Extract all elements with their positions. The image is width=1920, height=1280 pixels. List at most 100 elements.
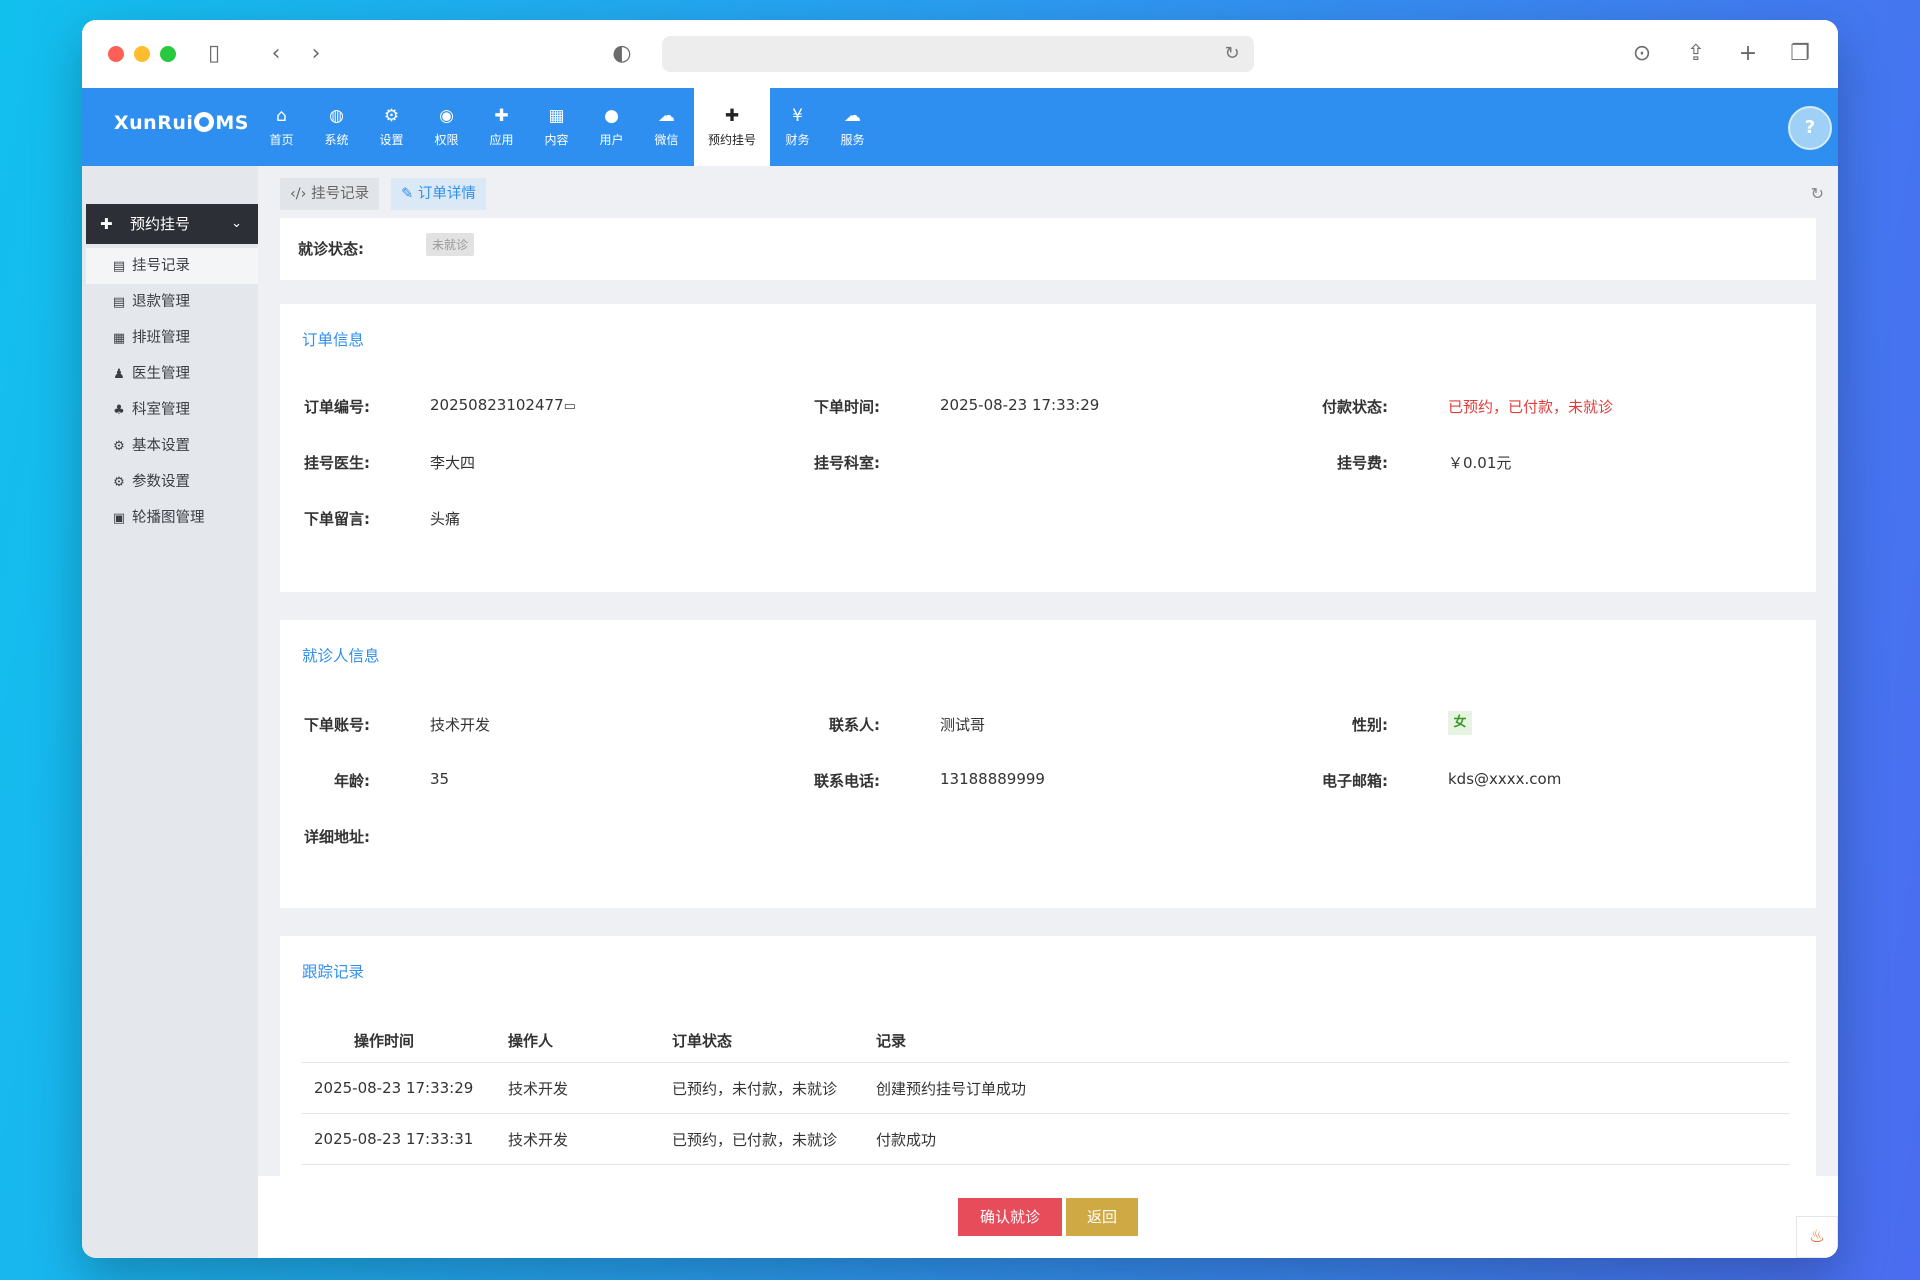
sidebar-header[interactable]: ✚ 预约挂号 ⌄ [86, 204, 266, 244]
nav-item-4[interactable]: ✚ 应用 [474, 88, 529, 166]
order-info-title: 订单信息 [302, 331, 365, 349]
fire-icon[interactable]: ♨ [1796, 1216, 1838, 1258]
tracking-title: 跟踪记录 [302, 963, 365, 981]
sidebar-item-2[interactable]: ▦ 排班管理 [86, 320, 258, 356]
nav-item-8[interactable]: ✚ 预约挂号 [694, 88, 770, 166]
code-icon: ‹/› [290, 186, 307, 202]
nav-item-2[interactable]: ⚙ 设置 [364, 88, 419, 166]
tab-order-details[interactable]: ✎ 订单详情 [391, 178, 486, 210]
sidebar-item-label: 科室管理 [132, 402, 190, 418]
cell-record: 付款成功 [864, 1113, 1790, 1165]
tracking-table: 操作时间 操作人 订单状态 记录 2025-08-23 17:33:29 技术开… [302, 1018, 1790, 1165]
close-window-button[interactable] [108, 46, 124, 62]
account-label: 下单账号: [304, 716, 370, 734]
tab-overview-icon[interactable]: ❐ [1786, 40, 1814, 68]
app-logo[interactable]: XunRui MS [114, 112, 249, 134]
col-operation-time: 操作时间 [302, 1018, 496, 1063]
download-icon[interactable]: ⊙ [1628, 40, 1656, 68]
sex-label: 性别: [1352, 716, 1388, 734]
home-icon: ⌂ [276, 106, 287, 126]
address-label: 详细地址: [304, 828, 370, 846]
image-icon: ▣ [112, 511, 126, 526]
nav-item-label: 首页 [269, 133, 294, 147]
cell-time: 2025-08-23 17:33:29 [302, 1062, 496, 1114]
help-avatar-icon[interactable]: ? [1788, 106, 1832, 150]
browser-window: ▯ ‹ › ◐ ↻ ⊙ ⇪ + ❐ XunRui MS ⌂ 首页 ◍ 系统 ⚙ 设置 ◉ 权限 ✚… [82, 20, 1838, 1258]
nav-item-6[interactable]: ● 用户 [584, 88, 639, 166]
sidebar-toggle-icon[interactable]: ▯ [200, 40, 228, 68]
nav-item-5[interactable]: ▦ 内容 [529, 88, 584, 166]
top-nav: ⌂ 首页 ◍ 系统 ⚙ 设置 ◉ 权限 ✚ 应用 ▦ 内容 ● 用户 ☁ 微信 ✚ 预约挂号 ¥ 财务 ☁ 服务 [254, 88, 880, 166]
tracking-card: 跟踪记录 操作时间 操作人 订单状态 记录 2025-08-23 17:33:2… [280, 936, 1816, 1176]
nav-item-3[interactable]: ◉ 权限 [419, 88, 474, 166]
cell-status: 已预约，未付款，未就诊 [660, 1062, 864, 1114]
col-order-status: 订单状态 [660, 1018, 864, 1063]
nav-item-label: 服务 [840, 133, 865, 147]
nav-item-1[interactable]: ◍ 系统 [309, 88, 364, 166]
age-value: 35 [430, 770, 450, 788]
address-bar[interactable]: ↻ [662, 36, 1254, 72]
sidebar-item-6[interactable]: ⚙ 参数设置 [86, 464, 258, 500]
confirm-visit-button[interactable]: 确认就诊 [958, 1198, 1062, 1236]
department-label: 挂号科室: [814, 454, 880, 472]
nav-item-label: 内容 [544, 133, 569, 147]
refresh-icon[interactable]: ↻ [1811, 184, 1824, 203]
pay-status-label: 付款状态: [1322, 398, 1388, 416]
cell-record: 创建预约挂号订单成功 [864, 1062, 1790, 1114]
logo-drop-icon [194, 112, 215, 132]
cell-operator: 技术开发 [496, 1062, 660, 1114]
shield-icon[interactable]: ◐ [608, 40, 636, 68]
share-icon[interactable]: ⇪ [1682, 40, 1710, 68]
action-footer: 确认就诊 返回 ♨ [258, 1176, 1838, 1258]
note-value: 头痛 [430, 510, 461, 528]
medkit-icon: ✚ [100, 215, 113, 233]
new-tab-icon[interactable]: + [1734, 40, 1762, 68]
page-tabs: ‹/› 挂号记录 ✎ 订单详情 [280, 178, 486, 210]
tab-label: 订单详情 [417, 186, 476, 202]
sidebar-item-label: 轮播图管理 [132, 510, 205, 526]
nav-item-label: 用户 [599, 133, 624, 147]
sidebar-item-4[interactable]: ♣ 科室管理 [86, 392, 258, 428]
col-record: 记录 [864, 1018, 1790, 1063]
nav-item-label: 预约挂号 [707, 133, 756, 147]
visit-status-label: 就诊状态: [298, 240, 364, 258]
sidebar-item-5[interactable]: ⚙ 基本设置 [86, 428, 258, 464]
email-value: kds@xxxx.com [1448, 770, 1562, 788]
wechat-icon: ☁ [658, 106, 675, 126]
nav-item-label: 权限 [434, 133, 459, 147]
puzzle-icon: ✚ [494, 106, 509, 126]
fee-label: 挂号费: [1337, 454, 1388, 472]
back-arrow-icon[interactable]: ‹ [262, 40, 290, 68]
email-label: 电子邮箱: [1322, 772, 1388, 790]
sitemap-icon: ♣ [113, 403, 125, 418]
medkit-icon: ✚ [724, 106, 740, 126]
reload-icon[interactable]: ↻ [1218, 40, 1246, 68]
cell-status: 已预约，已付款，未就诊 [660, 1113, 864, 1165]
sidebar-item-label: 挂号记录 [132, 258, 190, 274]
sidebar-item-0[interactable]: ▤ 挂号记录 [86, 248, 258, 284]
minimize-window-button[interactable] [134, 46, 150, 62]
col-operator: 操作人 [496, 1018, 660, 1063]
back-button[interactable]: 返回 [1066, 1198, 1138, 1236]
sidebar-item-1[interactable]: ▤ 退款管理 [86, 284, 258, 320]
sidebar-item-3[interactable]: ♟ 医生管理 [86, 356, 258, 392]
maximize-window-button[interactable] [160, 46, 176, 62]
nav-item-0[interactable]: ⌂ 首页 [254, 88, 309, 166]
visit-status-card: 就诊状态: 未就诊 [280, 218, 1816, 280]
fee-value: ￥0.01元 [1448, 454, 1512, 472]
nav-item-label: 系统 [324, 133, 349, 147]
tab-booking-records[interactable]: ‹/› 挂号记录 [280, 178, 380, 210]
sidebar-item-7[interactable]: ▣ 轮播图管理 [86, 500, 258, 536]
sidebar-item-label: 基本设置 [132, 438, 190, 454]
nav-item-7[interactable]: ☁ 微信 [639, 88, 694, 166]
gear-icon: ⚙ [113, 475, 125, 490]
nav-item-10[interactable]: ☁ 服务 [825, 88, 880, 166]
note-label: 下单留言: [304, 510, 370, 528]
order-no-label: 订单编号: [304, 398, 370, 416]
forward-arrow-icon[interactable]: › [302, 40, 330, 68]
sidebar-menu: ▤ 挂号记录 ▤ 退款管理 ▦ 排班管理 ♟ 医生管理 ♣ 科室管理 ⚙ 基本设置 ⚙ 参数设置 ▣ 轮播图管… [86, 248, 258, 536]
nav-item-9[interactable]: ¥ 财务 [770, 88, 825, 166]
order-time-label: 下单时间: [814, 398, 880, 416]
app-header: XunRui MS ⌂ 首页 ◍ 系统 ⚙ 设置 ◉ 权限 ✚ 应用 ▦ 内容 ● 用户 ☁ 微信 ✚ 预约挂号 ¥ 财… [82, 88, 1838, 166]
age-label: 年龄: [334, 772, 370, 790]
